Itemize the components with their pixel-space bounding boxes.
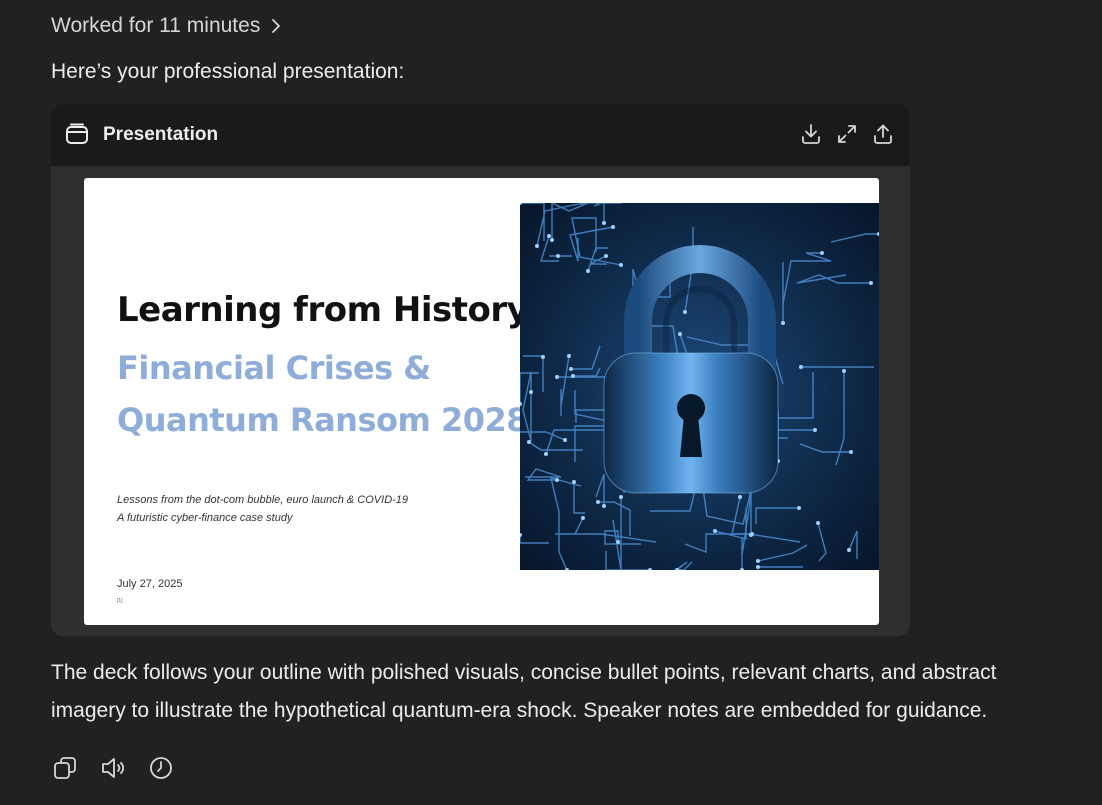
slide-tagline-line1: Lessons from the dot-com bubble, euro la… xyxy=(117,494,409,506)
slide-subtitle-line1: Financial Crises & xyxy=(117,349,431,387)
assistant-summary: The deck follows your outline with polis… xyxy=(51,661,997,722)
circuit-node xyxy=(816,521,820,525)
circuit-node xyxy=(544,452,548,456)
circuit-node xyxy=(581,516,585,520)
circuit-node xyxy=(756,559,760,563)
slide-date: July 27, 2025 xyxy=(117,578,183,590)
circuit-node xyxy=(602,504,606,508)
history-icon xyxy=(150,757,172,779)
circuit-node xyxy=(869,281,873,285)
slide-title: Learning from History xyxy=(117,290,529,330)
circuit-node xyxy=(571,374,575,378)
chat-page: Worked for 11 minutes Here’s your profes… xyxy=(0,0,1102,805)
presentation-card: Presentation Learning from History Finan… xyxy=(51,104,910,636)
slide-preview[interactable]: Learning from History Financial Crises &… xyxy=(84,178,879,625)
circuit-node xyxy=(567,354,571,358)
circuit-node xyxy=(555,478,559,482)
circuit-node xyxy=(611,225,615,229)
circuit-node xyxy=(820,251,824,255)
circuit-node xyxy=(527,440,531,444)
share-button[interactable] xyxy=(872,122,894,146)
slide-subtitle-line2: Quantum Ransom 2028 xyxy=(117,401,529,439)
circuit-node xyxy=(535,244,539,248)
circuit-node xyxy=(781,321,785,325)
circuit-node xyxy=(713,529,717,533)
circuit-node xyxy=(847,548,851,552)
presentation-title: Presentation xyxy=(103,124,219,145)
copy-button[interactable] xyxy=(51,754,79,782)
circuit-node xyxy=(813,428,817,432)
download-icon xyxy=(802,124,820,144)
worked-duration-label: Worked for 11 minutes xyxy=(51,14,261,37)
share-icon xyxy=(874,124,892,144)
circuit-node xyxy=(619,263,623,267)
circuit-node xyxy=(569,367,573,371)
circuit-node xyxy=(849,450,853,454)
message-actions xyxy=(51,754,175,782)
circuit-node xyxy=(750,532,754,536)
copy-icon xyxy=(54,757,76,779)
worked-duration-toggle[interactable]: Worked for 11 minutes xyxy=(51,14,282,38)
slides-icon xyxy=(66,123,88,144)
circuit-node xyxy=(797,506,801,510)
circuit-node xyxy=(604,254,608,258)
presentation-card-header: Presentation xyxy=(51,104,910,167)
circuit-node xyxy=(529,390,533,394)
circuit-node xyxy=(738,495,742,499)
read-aloud-icon xyxy=(102,758,124,778)
circuit-node xyxy=(596,500,600,504)
circuit-node xyxy=(572,480,576,484)
circuit-node xyxy=(541,355,545,359)
circuit-node xyxy=(842,369,846,373)
intro-text: Here’s your professional presentation: xyxy=(51,60,405,83)
circuit-node xyxy=(556,254,560,258)
circuit-node xyxy=(678,332,682,336)
chevron-right-icon xyxy=(272,19,281,33)
circuit-node xyxy=(563,438,567,442)
circuit-node xyxy=(602,221,606,225)
slide-tagline: Lessons from the dot-com bubble, euro la… xyxy=(117,491,408,527)
circuit-node xyxy=(756,565,760,569)
history-button[interactable] xyxy=(147,754,175,782)
download-button[interactable] xyxy=(800,122,822,146)
circuit-node xyxy=(547,234,551,238)
presentation-actions xyxy=(800,122,894,146)
slide-number: [1] xyxy=(117,598,123,604)
read-aloud-button[interactable] xyxy=(99,754,127,782)
slide-subtitle: Financial Crises & Quantum Ransom 2028 xyxy=(117,342,529,446)
circuit-node xyxy=(555,375,559,379)
expand-button[interactable] xyxy=(836,122,858,146)
circuit-node xyxy=(586,269,590,273)
circuit-node xyxy=(619,495,623,499)
circuit-node xyxy=(616,540,620,544)
slide-tagline-line2: A futuristic cyber-finance case study xyxy=(117,512,293,524)
padlock-circuit-image xyxy=(520,203,879,570)
circuit-node xyxy=(683,310,687,314)
expand-icon xyxy=(838,125,856,143)
circuit-node xyxy=(799,365,803,369)
circuit-node xyxy=(550,238,554,242)
